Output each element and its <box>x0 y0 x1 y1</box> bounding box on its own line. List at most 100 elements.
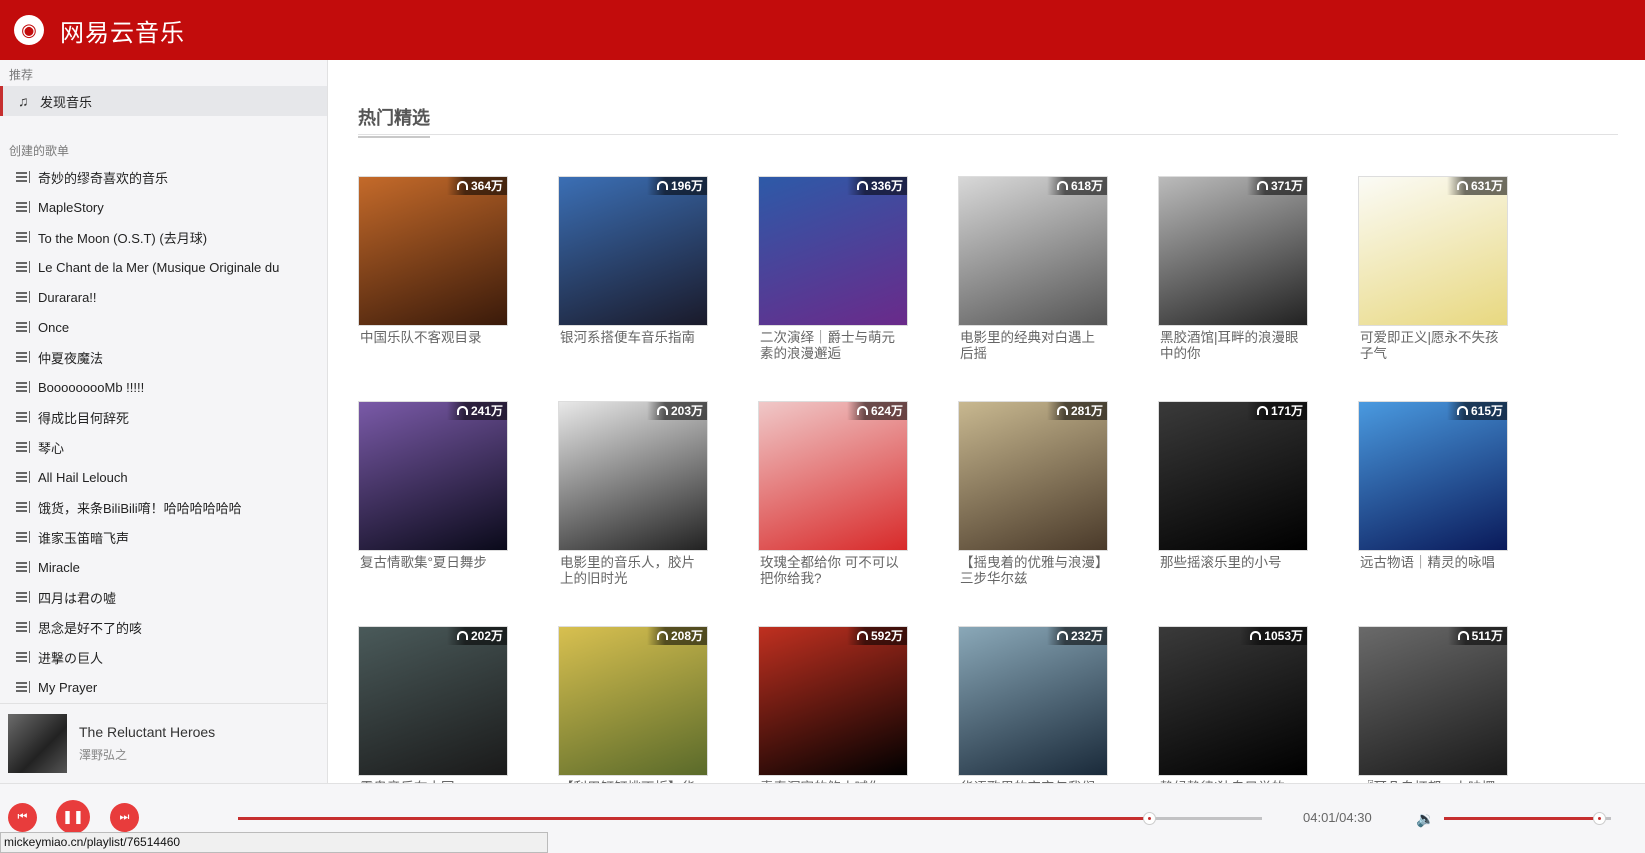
sidebar-playlist-item[interactable]: 奇妙的缪奇喜欢的音乐 <box>0 162 327 192</box>
sidebar-playlist-item[interactable]: 琴心 <box>0 432 327 462</box>
playlist-title[interactable]: 中国乐队不客观目录 <box>358 330 508 346</box>
previous-track-button[interactable]: ⏮ <box>8 803 37 832</box>
playlist-cover[interactable]: 1053万 <box>1158 626 1308 776</box>
sidebar-playlist-item[interactable]: All Hail Lelouch <box>0 462 327 492</box>
playlist-cover[interactable]: 618万 <box>958 176 1108 326</box>
headphones-icon <box>656 181 668 190</box>
netease-logo-icon[interactable]: ◉ <box>14 15 44 45</box>
playlist-title[interactable]: 远古物语｜精灵的咏唱 <box>1358 555 1508 571</box>
playlist-icon <box>16 260 30 274</box>
now-playing-cover[interactable] <box>8 714 67 773</box>
playlist-card[interactable]: 615万远古物语｜精灵的咏唱 <box>1358 401 1508 571</box>
sidebar-playlist-item[interactable]: 思念是好不了的咳 <box>0 612 327 642</box>
sidebar-playlist-item[interactable]: 谁家玉笛暗飞声 <box>0 522 327 552</box>
progress-bar[interactable] <box>238 812 1262 825</box>
playlist-card[interactable]: 618万电影里的经典对白遇上后摇 <box>958 176 1108 362</box>
playlist-title[interactable]: 玫瑰全都给你 可不可以把你给我? <box>758 555 908 587</box>
next-icon: ⏭ <box>119 811 130 823</box>
sidebar-item-label: 得成比目何辞死 <box>38 410 130 426</box>
play-count-value: 202万 <box>470 629 503 643</box>
sidebar-playlist-item[interactable]: To the Moon (O.S.T) (去月球) <box>0 222 327 252</box>
playlist-card[interactable]: 241万复古情歌集°夏日舞步 <box>358 401 508 571</box>
playlist-cover[interactable]: 631万 <box>1358 176 1508 326</box>
progress-handle[interactable] <box>1143 812 1157 825</box>
playlist-cover[interactable]: 336万 <box>758 176 908 326</box>
volume-slider[interactable] <box>1444 812 1611 825</box>
playlist-card[interactable]: 511万『耳朵自杯都』上映摆 <box>1358 626 1508 783</box>
playlist-cover[interactable]: 624万 <box>758 401 908 551</box>
playlist-cover[interactable]: 371万 <box>1158 176 1308 326</box>
sidebar-playlist-item[interactable]: 饿货，来条BiliBili唷！哈哈哈哈哈哈 <box>0 492 327 522</box>
playlist-card[interactable]: 171万那些摇滚乐里的小号 <box>1158 401 1308 571</box>
sidebar-playlist-item[interactable]: My Prayer <box>0 672 327 702</box>
playlist-cover[interactable]: 203万 <box>558 401 708 551</box>
playlist-card[interactable]: 281万【摇曳着的优雅与浪漫】三步华尔兹 <box>958 401 1108 587</box>
playlist-card[interactable]: 1053万静候静律|独自只觉的 <box>1158 626 1308 783</box>
playlist-cover[interactable]: 202万 <box>358 626 508 776</box>
playlist-cover[interactable]: 615万 <box>1358 401 1508 551</box>
playlist-title[interactable]: 电影里的音乐人，胶片上的旧时光 <box>558 555 708 587</box>
playlist-title[interactable]: 电影里的经典对白遇上后摇 <box>958 330 1108 362</box>
playlist-cover[interactable]: 241万 <box>358 401 508 551</box>
play-count-value: 624万 <box>870 404 903 418</box>
playlist-cover[interactable]: 196万 <box>558 176 708 326</box>
playlist-cover[interactable]: 592万 <box>758 626 908 776</box>
playlist-card[interactable]: 624万玫瑰全都给你 可不可以把你给我? <box>758 401 908 587</box>
pause-button[interactable]: ❚❚ <box>56 800 90 834</box>
play-count-value: 196万 <box>670 179 703 193</box>
sidebar-playlist-item[interactable]: Durarara!! <box>0 282 327 312</box>
play-count: 241万 <box>446 402 507 420</box>
sidebar-item-label: 发现音乐 <box>40 94 93 110</box>
volume-handle[interactable] <box>1593 812 1607 825</box>
playlist-cover[interactable]: 232万 <box>958 626 1108 776</box>
play-count: 281万 <box>1046 402 1107 420</box>
playlist-cover[interactable]: 171万 <box>1158 401 1308 551</box>
play-count: 202万 <box>446 627 507 645</box>
playlist-card[interactable]: 196万银河系搭便车音乐指南 <box>558 176 708 346</box>
headphones-icon <box>856 631 868 640</box>
sidebar-playlist-item[interactable]: 四月は君の嘘 <box>0 582 327 612</box>
playlist-title[interactable]: 黑胶酒馆|耳畔的浪漫眼中的你 <box>1158 330 1308 362</box>
playlist-card[interactable]: 336万二次演绎｜爵士与萌元素的浪漫邂逅 <box>758 176 908 362</box>
now-playing-panel[interactable]: The Reluctant Heroes 澤野弘之 <box>0 703 328 783</box>
playlist-card[interactable]: 232万华语歌里的宇宙与我们 <box>958 626 1108 783</box>
sidebar-playlist-item[interactable]: Le Chant de la Mer (Musique Originale du <box>0 252 327 282</box>
headphones-icon <box>1056 631 1068 640</box>
playlist-card[interactable]: 364万中国乐队不客观目录 <box>358 176 508 346</box>
playlist-title[interactable]: 银河系搭便车音乐指南 <box>558 330 708 346</box>
play-count: 171万 <box>1246 402 1307 420</box>
playlist-title[interactable]: 二次演绎｜爵士与萌元素的浪漫邂逅 <box>758 330 908 362</box>
playlist-cover[interactable]: 281万 <box>958 401 1108 551</box>
next-track-button[interactable]: ⏭ <box>110 803 139 832</box>
playlist-card[interactable]: 371万黑胶酒馆|耳畔的浪漫眼中的你 <box>1158 176 1308 362</box>
sidebar-playlist-item[interactable]: 进撃の巨人 <box>0 642 327 672</box>
playlist-icon <box>16 230 30 244</box>
sidebar-playlist-item[interactable]: 得成比目何辞死 <box>0 402 327 432</box>
sidebar-playlist-item[interactable]: Once <box>0 312 327 342</box>
playlist-icon <box>16 590 30 604</box>
sidebar-playlist-item[interactable]: 仲夏夜魔法 <box>0 342 327 372</box>
sidebar-playlist-item[interactable]: Miracle <box>0 552 327 582</box>
playlist-title[interactable]: 复古情歌集°夏日舞步 <box>358 555 508 571</box>
playlist-cover[interactable]: 364万 <box>358 176 508 326</box>
playlist-icon <box>16 680 30 694</box>
playlist-cover[interactable]: 208万 <box>558 626 708 776</box>
playlist-card[interactable]: 208万【利用钉钉挑丁折】华 <box>558 626 708 783</box>
volume-icon[interactable]: 🔉 <box>1416 810 1435 828</box>
playlist-title[interactable]: 那些摇滚乐里的小号 <box>1158 555 1308 571</box>
play-count: 592万 <box>846 627 907 645</box>
app-title[interactable]: 网易云音乐 <box>60 13 185 48</box>
playlist-title[interactable]: 可爱即正义|愿永不失孩子气 <box>1358 330 1508 362</box>
playlist-card[interactable]: 203万电影里的音乐人，胶片上的旧时光 <box>558 401 708 587</box>
playlist-card[interactable]: 202万雷鬼音乐在中国 <box>358 626 508 783</box>
sidebar-item-discover-music[interactable]: ♫ 发现音乐 <box>0 86 327 116</box>
playlist-card[interactable]: 631万可爱即正义|愿永不失孩子气 <box>1358 176 1508 362</box>
main-content: 热门精选 364万 中国乐队不客观目录 196万 银河系搭便车音乐指南 336万 二次演绎… <box>328 60 1645 783</box>
play-count: 615万 <box>1446 402 1507 420</box>
playlist-title[interactable]: 【摇曳着的优雅与浪漫】三步华尔兹 <box>958 555 1108 587</box>
playlist-cover[interactable]: 511万 <box>1358 626 1508 776</box>
sidebar-playlist-item[interactable]: BooooooooMb !!!!! <box>0 372 327 402</box>
playlist-card[interactable]: 592万青春洞穿的鲍小喊你 <box>758 626 908 783</box>
headphones-icon <box>1457 631 1469 640</box>
sidebar-playlist-item[interactable]: MapleStory <box>0 192 327 222</box>
